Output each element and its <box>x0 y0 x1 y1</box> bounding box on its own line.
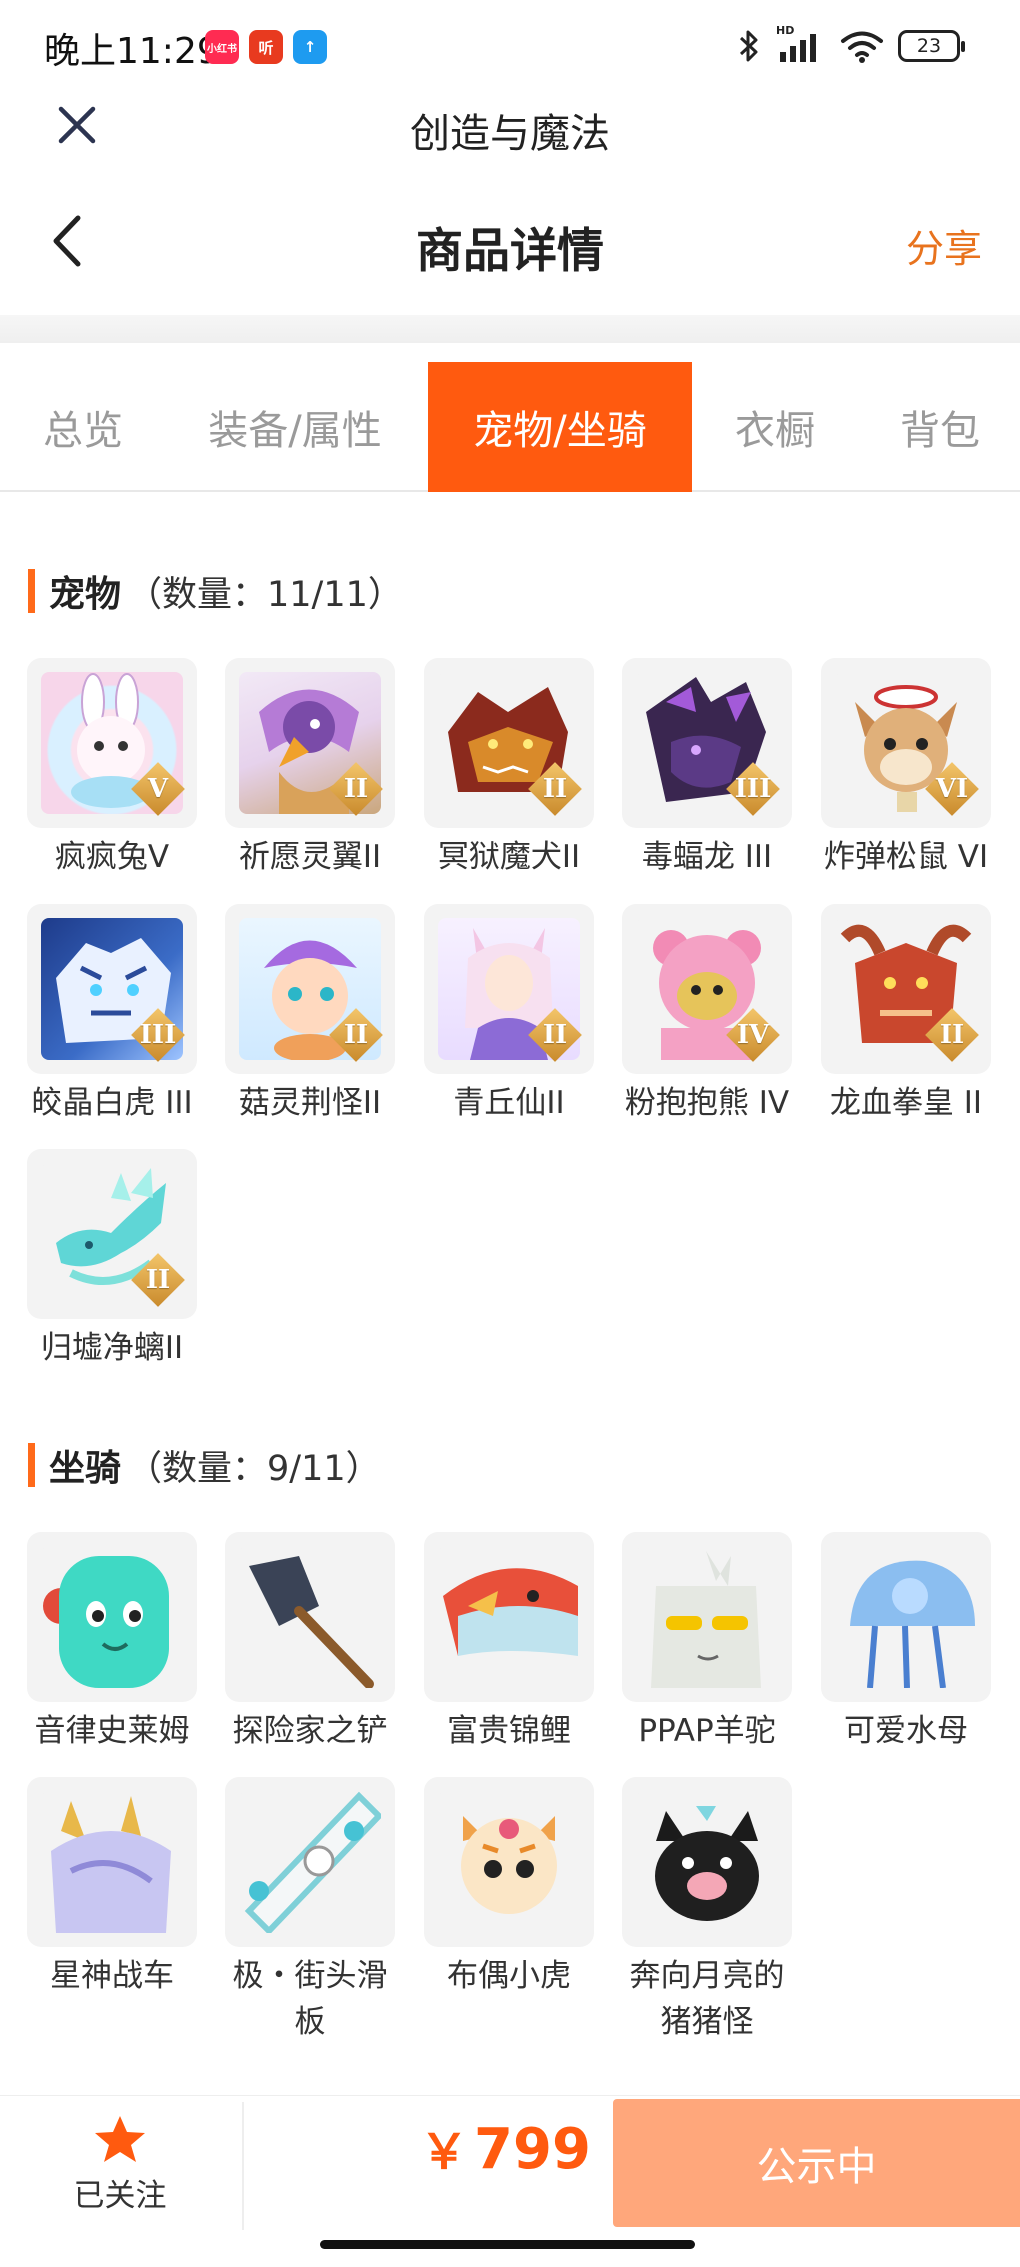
item-name: 布偶小虎 <box>447 1958 571 1994</box>
tier-badge: III <box>131 1008 185 1062</box>
mount-item[interactable]: 极・街头滑板 <box>210 1777 410 2045</box>
section-divider <box>0 315 1020 343</box>
pet-item[interactable]: II 菇灵荆怪II <box>210 904 410 1126</box>
koi-icon <box>438 1546 580 1688</box>
item-name: 星神战车 <box>50 1958 174 1994</box>
tier-badge: II <box>329 1008 383 1062</box>
price: ￥ 799 <box>420 2112 591 2182</box>
tier-badge: II <box>528 762 582 816</box>
star-chariot-icon <box>41 1791 183 1933</box>
follow-button[interactable]: 已关注 <box>40 2114 200 2234</box>
item-name: 毒蝠龙 III <box>641 839 773 875</box>
item-name: 富贵锦鲤 <box>447 1713 571 1749</box>
xiaohongshu-icon: 小红书 <box>205 30 239 64</box>
section-accent-bar <box>28 1443 35 1487</box>
wifi-icon <box>841 31 883 63</box>
share-button[interactable]: 分享 <box>906 218 982 273</box>
tiger-doll-icon <box>438 1791 580 1933</box>
mounts-count: （数量：9/11） <box>127 1448 381 1489</box>
mount-item[interactable]: PPAP羊驼 <box>607 1532 807 1754</box>
pets-title: 宠物 <box>49 574 122 615</box>
tier-badge: VI <box>925 762 979 816</box>
status-time: 晚上11:29 <box>44 31 220 72</box>
item-name: PPAP羊驼 <box>638 1713 776 1749</box>
tier-badge: V <box>131 762 185 816</box>
item-name: 可爱水母 <box>844 1713 968 1749</box>
skateboard-icon <box>239 1791 381 1933</box>
shovel-icon <box>239 1546 381 1688</box>
bluetooth-icon <box>739 30 758 62</box>
tab-wardrobe[interactable]: 衣橱 <box>705 362 845 492</box>
item-name: 炸弹松鼠 VI <box>823 839 989 875</box>
mini-program-title: 创造与魔法 <box>410 111 610 157</box>
tab-equipment[interactable]: 装备/属性 <box>175 362 415 492</box>
mount-item[interactable]: 布偶小虎 <box>409 1777 609 1999</box>
upload-icon: ↑ <box>293 30 327 64</box>
item-name: 奔向月亮的猪猪怪 <box>629 1958 785 2040</box>
pet-item[interactable]: II 龙血拳皇 II <box>806 904 1006 1126</box>
system-indicators: HD 23 <box>736 24 965 64</box>
item-name: 皎晶白虎 III <box>31 1085 193 1121</box>
item-name: 归墟净螭II <box>40 1330 184 1366</box>
mount-item[interactable]: 可爱水母 <box>806 1532 1006 1754</box>
pet-item[interactable]: IV 粉抱抱熊 IV <box>607 904 807 1126</box>
mounts-title: 坐骑 <box>49 1448 122 1489</box>
item-name: 祈愿灵翼II <box>238 839 382 875</box>
tier-badge: IV <box>726 1008 780 1062</box>
price-symbol: ￥ <box>420 2124 469 2180</box>
item-name: 极・街头滑板 <box>232 1958 388 2040</box>
pet-item[interactable]: V 疯疯兔V <box>12 658 212 880</box>
tier-badge: II <box>329 762 383 816</box>
pets-section-header: 宠物 （数量：11/11） <box>28 569 403 615</box>
pet-item[interactable]: II 归墟净螭II <box>12 1149 212 1371</box>
pet-item[interactable]: II 冥狱魔犬II <box>409 658 609 880</box>
pet-item[interactable]: III 毒蝠龙 III <box>607 658 807 880</box>
mount-item[interactable]: 音律史莱姆 <box>12 1532 212 1754</box>
follow-label: 已关注 <box>73 2178 167 2214</box>
slime-icon <box>41 1546 183 1688</box>
mount-item[interactable]: 星神战车 <box>12 1777 212 1999</box>
tab-bar: 总览 装备/属性 宠物/坐骑 衣橱 背包 <box>0 362 1020 492</box>
section-accent-bar <box>28 569 35 613</box>
tier-badge: II <box>528 1008 582 1062</box>
item-name: 粉抱抱熊 IV <box>624 1085 790 1121</box>
item-name: 菇灵荆怪II <box>238 1085 382 1121</box>
public-notice-button[interactable]: 公示中 <box>613 2099 1020 2227</box>
item-name: 疯疯兔V <box>54 839 170 875</box>
pet-item[interactable]: VI 炸弹松鼠 VI <box>806 658 1006 880</box>
mount-item[interactable]: 探险家之铲 <box>210 1532 410 1754</box>
notification-icons: 小红书 听 ↑ <box>205 30 327 64</box>
tab-overview[interactable]: 总览 <box>18 362 148 492</box>
status-bar: 晚上11:29 小红书 听 ↑ HD 23 <box>0 0 1020 95</box>
tier-badge: II <box>131 1253 185 1307</box>
jellyfish-icon <box>835 1546 977 1688</box>
battery-icon: 23 <box>898 30 965 62</box>
price-value: 799 <box>474 2117 591 2182</box>
alpaca-icon <box>636 1546 778 1688</box>
item-name: 音律史莱姆 <box>34 1713 190 1749</box>
mount-item[interactable]: 奔向月亮的猪猪怪 <box>607 1777 807 2045</box>
tier-badge: III <box>726 762 780 816</box>
tab-pets-mounts[interactable]: 宠物/坐骑 <box>428 362 692 492</box>
item-name: 冥狱魔犬II <box>437 839 581 875</box>
mounts-section-header: 坐骑 （数量：9/11） <box>28 1443 381 1489</box>
pet-item[interactable]: II 青丘仙II <box>409 904 609 1126</box>
item-name: 青丘仙II <box>453 1085 565 1121</box>
pet-item[interactable]: II 祈愿灵翼II <box>210 658 410 880</box>
pets-count: （数量：11/11） <box>127 574 403 615</box>
home-indicator[interactable] <box>320 2240 695 2249</box>
item-name: 探险家之铲 <box>232 1713 388 1749</box>
pig-monster-icon <box>636 1791 778 1933</box>
pet-item[interactable]: III 皎晶白虎 III <box>12 904 212 1126</box>
tier-badge: II <box>925 1008 979 1062</box>
signal-icon: HD <box>776 24 826 64</box>
page-title: 商品详情 <box>416 224 604 279</box>
item-name: 龙血拳皇 II <box>829 1085 983 1121</box>
tab-backpack[interactable]: 背包 <box>870 362 1010 492</box>
star-icon <box>95 2116 145 2162</box>
divider <box>242 2102 244 2230</box>
mount-item[interactable]: 富贵锦鲤 <box>409 1532 609 1754</box>
ting-icon: 听 <box>249 30 283 64</box>
